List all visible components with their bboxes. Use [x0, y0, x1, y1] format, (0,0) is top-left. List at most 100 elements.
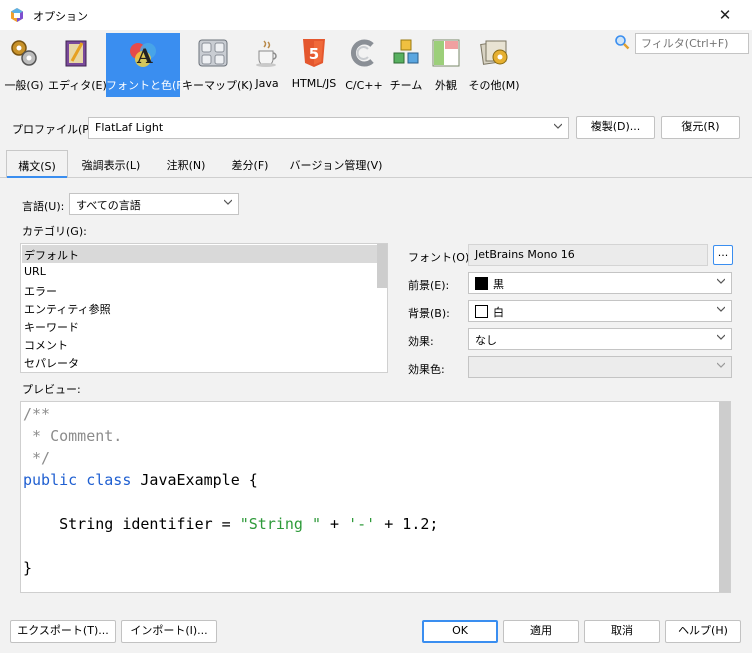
list-item[interactable]: キーワード	[22, 317, 377, 335]
category-fonts-colors[interactable]: A フォントと色(F)	[106, 33, 187, 97]
tab-annotations[interactable]: 注釈(N)	[156, 150, 216, 178]
ok-button[interactable]: OK	[422, 620, 498, 643]
code-line: * Comment.	[23, 427, 123, 445]
category-list-label: カテゴリ(G):	[22, 225, 87, 238]
restore-button[interactable]: 復元(R)	[661, 116, 740, 139]
category-team[interactable]: チーム	[388, 33, 424, 97]
code-line: public class JavaExample {	[23, 471, 258, 489]
export-button[interactable]: エクスポート(T)...	[10, 620, 116, 643]
team-cubes-icon	[393, 39, 419, 64]
import-button[interactable]: インポート(I)...	[121, 620, 217, 643]
foreground-color-swatch	[475, 277, 488, 290]
category-label: 外観	[435, 79, 457, 92]
list-item[interactable]: デフォルト	[22, 245, 377, 263]
preview-scrollbar[interactable]	[719, 402, 730, 592]
effect-color-label: 効果色:	[408, 363, 445, 376]
preview-label: プレビュー:	[22, 383, 81, 396]
foreground-value: 黒	[493, 278, 504, 291]
chevron-down-icon	[717, 278, 725, 284]
keyboard-icon	[198, 39, 228, 67]
category-label: フォントと色(F)	[106, 79, 187, 92]
font-chooser-button[interactable]: ...	[713, 245, 733, 265]
category-label: キーマップ(K)	[182, 79, 253, 92]
category-list[interactable]: デフォルト URL エラー エンティティ参照 キーワード コメント セパレータ	[20, 243, 388, 373]
background-color-swatch	[475, 305, 488, 318]
language-label: 言語(U):	[22, 200, 65, 213]
effect-select[interactable]: なし	[468, 328, 732, 350]
misc-icon	[480, 40, 508, 65]
profile-value: FlatLaf Light	[95, 121, 164, 134]
profile-select[interactable]: FlatLaf Light	[88, 117, 569, 139]
category-label: HTML/JS	[291, 77, 337, 90]
gears-icon	[11, 40, 37, 66]
cancel-button[interactable]: 取消	[584, 620, 660, 643]
tab-version-control[interactable]: バージョン管理(V)	[284, 150, 388, 178]
category-java[interactable]: Java	[248, 33, 286, 97]
category-cpp[interactable]: C/C++	[344, 33, 384, 97]
code-text: + 1.2;	[375, 515, 439, 533]
language-select[interactable]: すべての言語	[69, 193, 239, 215]
code-line: String identifier = "String " + '-' + 1.…	[23, 515, 438, 533]
code-keyword: class	[86, 471, 132, 489]
cpp-icon	[351, 39, 374, 67]
code-text: JavaExample {	[131, 471, 258, 489]
selected-tab-indicator	[7, 176, 67, 178]
background-select[interactable]: 白	[468, 300, 732, 322]
svg-text:A: A	[136, 44, 153, 68]
duplicate-button[interactable]: 複製(D)...	[576, 116, 655, 139]
chevron-down-icon	[717, 362, 725, 368]
category-list-scrollbar[interactable]	[377, 244, 387, 288]
chevron-down-icon	[717, 306, 725, 312]
code-text: +	[321, 515, 349, 533]
category-label: チーム	[389, 79, 423, 92]
category-general[interactable]: 一般(G)	[2, 33, 46, 97]
category-keymap[interactable]: キーマップ(K)	[182, 33, 253, 97]
list-item[interactable]: URL	[22, 263, 377, 281]
effect-value: なし	[475, 334, 497, 347]
category-editor[interactable]: エディタ(E)	[48, 33, 107, 97]
background-label: 背景(B):	[408, 307, 450, 320]
code-line: */	[23, 449, 51, 467]
category-label: エディタ(E)	[48, 79, 107, 92]
category-label: 一般(G)	[4, 79, 44, 92]
app-logo-icon	[11, 8, 23, 22]
code-string: "String "	[239, 515, 322, 533]
category-label: Java	[255, 77, 279, 90]
code-line: }	[23, 559, 33, 577]
tab-syntax[interactable]: 構文(S)	[6, 150, 68, 178]
list-item[interactable]: エラー	[22, 281, 377, 299]
help-button[interactable]: ヘルプ(H)	[665, 620, 741, 643]
title-bar	[0, 0, 752, 30]
language-value: すべての言語	[76, 199, 141, 212]
code-text: String identifier =	[23, 515, 240, 533]
foreground-label: 前景(E):	[408, 279, 450, 292]
effect-color-select	[468, 356, 732, 378]
profile-label: プロファイル(P):	[12, 123, 97, 136]
list-item[interactable]: エンティティ参照	[22, 299, 377, 317]
category-label: その他(M)	[468, 79, 520, 92]
category-misc[interactable]: その他(M)	[466, 33, 522, 97]
background-value: 白	[493, 306, 504, 319]
foreground-select[interactable]: 黒	[468, 272, 732, 294]
category-appearance[interactable]: 外観	[428, 33, 464, 97]
category-label: C/C++	[345, 79, 383, 92]
code-keyword: public	[23, 471, 78, 489]
font-label: フォント(O):	[408, 251, 473, 264]
list-item[interactable]: コメント	[22, 335, 377, 353]
effect-label: 効果:	[408, 335, 434, 348]
filter-search-input[interactable]	[635, 33, 749, 54]
editor-book-icon	[65, 40, 87, 67]
category-html-js[interactable]: 5 HTML/JS	[288, 33, 340, 97]
appearance-icon	[432, 39, 460, 67]
close-window-button[interactable]: ✕	[714, 4, 736, 26]
font-field: JetBrains Mono 16	[468, 244, 708, 266]
window-title: オプション	[33, 10, 88, 23]
search-icon	[615, 35, 630, 50]
chevron-down-icon	[554, 123, 562, 129]
list-item[interactable]: セパレータ	[22, 353, 377, 371]
chevron-down-icon	[717, 334, 725, 340]
tab-diff[interactable]: 差分(F)	[222, 150, 278, 178]
apply-button[interactable]: 適用	[503, 620, 579, 643]
tab-highlighting[interactable]: 強調表示(L)	[72, 150, 150, 178]
html5-icon: 5	[303, 39, 325, 67]
